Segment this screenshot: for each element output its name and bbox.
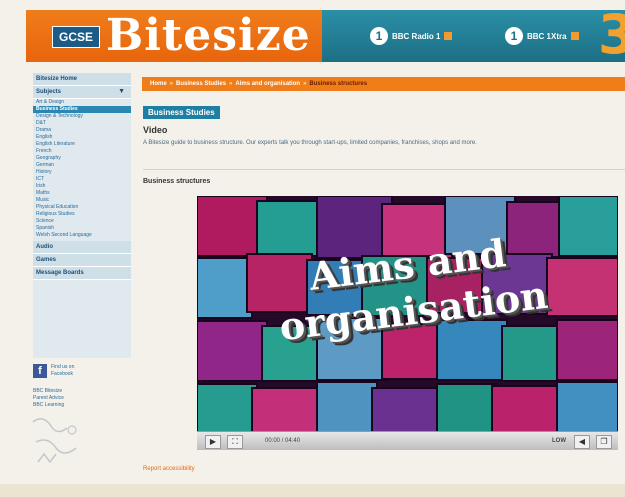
radio2-button[interactable]: 1 BBC 1Xtra <box>505 26 579 46</box>
parent-advice-link[interactable]: Parent Advice <box>33 395 131 402</box>
sidebar-audio-link[interactable]: Audio <box>33 241 131 254</box>
sidebar-subject-item[interactable]: French <box>33 148 131 155</box>
facebook-icon: f <box>33 364 47 378</box>
volume-icon[interactable]: ◀ <box>574 435 590 449</box>
breadcrumb-separator-icon: » <box>229 81 233 87</box>
decorative-3-icon: 3 <box>598 3 625 66</box>
sidebar-subject-item[interactable]: Welsh Second Language <box>33 232 131 239</box>
sidebar-subject-item[interactable]: Spanish <box>33 225 131 232</box>
breadcrumb: Home » Business Studies » Aims and organ… <box>142 77 625 91</box>
video-frame-image <box>197 196 618 449</box>
radio1-label: BBC Radio 1 <box>392 31 441 41</box>
report-link[interactable]: Report accessibility <box>143 466 195 472</box>
sidebar-links: BBC Bitesize Parent Advice BBC Learning <box>33 388 131 409</box>
quality-toggle[interactable]: LOW <box>552 436 566 446</box>
sidebar-subjects-label: Subjects <box>33 86 131 99</box>
radio2-arrow-icon <box>570 32 579 40</box>
popout-icon[interactable]: ❐ <box>596 435 612 449</box>
radio2-icon: 1 <box>505 27 523 45</box>
sidebar-home-link[interactable]: Bitesize Home <box>33 73 131 86</box>
sidebar-subject-item[interactable]: Religious Studies <box>33 211 131 218</box>
sidebar-subject-item[interactable]: History <box>33 169 131 176</box>
sidebar-subject-item[interactable]: Geography <box>33 155 131 162</box>
breadcrumb-separator-icon: » <box>303 81 307 87</box>
time-display: 00:00 / 04:40 <box>265 438 301 444</box>
radio2-label: BBC 1Xtra <box>527 31 567 41</box>
bbc-learning-link[interactable]: BBC Learning <box>33 402 131 409</box>
sidebar-subject-item[interactable]: Design & Technology <box>33 113 131 120</box>
breadcrumb-aims[interactable]: Aims and organisation <box>235 81 300 87</box>
sidebar-subject-item[interactable]: Art & Design <box>33 99 131 106</box>
sidebar-subject-item[interactable]: English <box>33 134 131 141</box>
sidebar-extras: f Find us on Facebook BBC Bitesize Paren… <box>33 360 131 409</box>
sidebar-subject-item[interactable]: Drama <box>33 127 131 134</box>
video-heading: Video <box>143 125 168 135</box>
sidebar-subject-item[interactable]: German <box>33 162 131 169</box>
radio1-arrow-icon <box>444 32 453 40</box>
sidebar-subject-item[interactable]: D&T <box>33 120 131 127</box>
fullscreen-icon[interactable]: ⛶ <box>227 435 243 449</box>
breadcrumb-current: Business structures <box>309 81 368 87</box>
sidebar-subject-item[interactable]: Irish <box>33 183 131 190</box>
doodle-decoration-icon <box>32 418 77 464</box>
breadcrumb-business-studies[interactable]: Business Studies <box>176 81 226 87</box>
breadcrumb-home[interactable]: Home <box>150 81 167 87</box>
sidebar-subject-item[interactable]: Business Studies <box>33 106 131 113</box>
sidebar-subject-item[interactable]: English Literature <box>33 141 131 148</box>
player-controls: ▶ ⛶ 00:00 / 04:40 LOW ◀ ❐ <box>197 431 618 450</box>
footer-strip <box>0 484 625 497</box>
clip-title: Business structures <box>143 178 211 185</box>
radio-bar <box>322 10 625 62</box>
subject-list: Art & Design Business Studies Design & Tec… <box>33 99 131 239</box>
site-brand[interactable]: Bitesize <box>106 12 311 60</box>
sidebar-subject-item[interactable]: Science <box>33 218 131 225</box>
intro-text: A Bitesize guide to business structure. … <box>143 140 477 146</box>
sidebar-games-link[interactable]: Games <box>33 254 131 267</box>
sidebar-subject-item[interactable]: Music <box>33 197 131 204</box>
divider <box>143 169 625 170</box>
facebook-link[interactable]: f Find us on Facebook <box>33 364 131 378</box>
sidebar-subjects[interactable]: Subjects ▼ <box>33 86 131 99</box>
breadcrumb-separator-icon: » <box>169 81 174 87</box>
page-title: Business Studies <box>143 106 220 119</box>
sidebar-subject-item[interactable]: Physical Education <box>33 204 131 211</box>
sidebar-message-boards-link[interactable]: Message Boards <box>33 267 131 280</box>
sidebar-subject-item[interactable]: Maths <box>33 190 131 197</box>
gcse-badge[interactable]: GCSE <box>52 26 100 48</box>
chevron-down-icon: ▼ <box>118 88 125 95</box>
sidebar-subject-item[interactable]: ICT <box>33 176 131 183</box>
play-icon[interactable]: ▶ <box>205 435 221 449</box>
sidebar: Bitesize Home Subjects ▼ Art & Design Bus… <box>33 73 131 358</box>
radio1-button[interactable]: 1 BBC Radio 1 <box>370 26 453 46</box>
facebook-text: Find us on Facebook <box>51 364 75 377</box>
bitesize-link[interactable]: BBC Bitesize <box>33 388 131 395</box>
radio1-icon: 1 <box>370 27 388 45</box>
video-player[interactable]: Aims and organisation <box>197 196 618 449</box>
